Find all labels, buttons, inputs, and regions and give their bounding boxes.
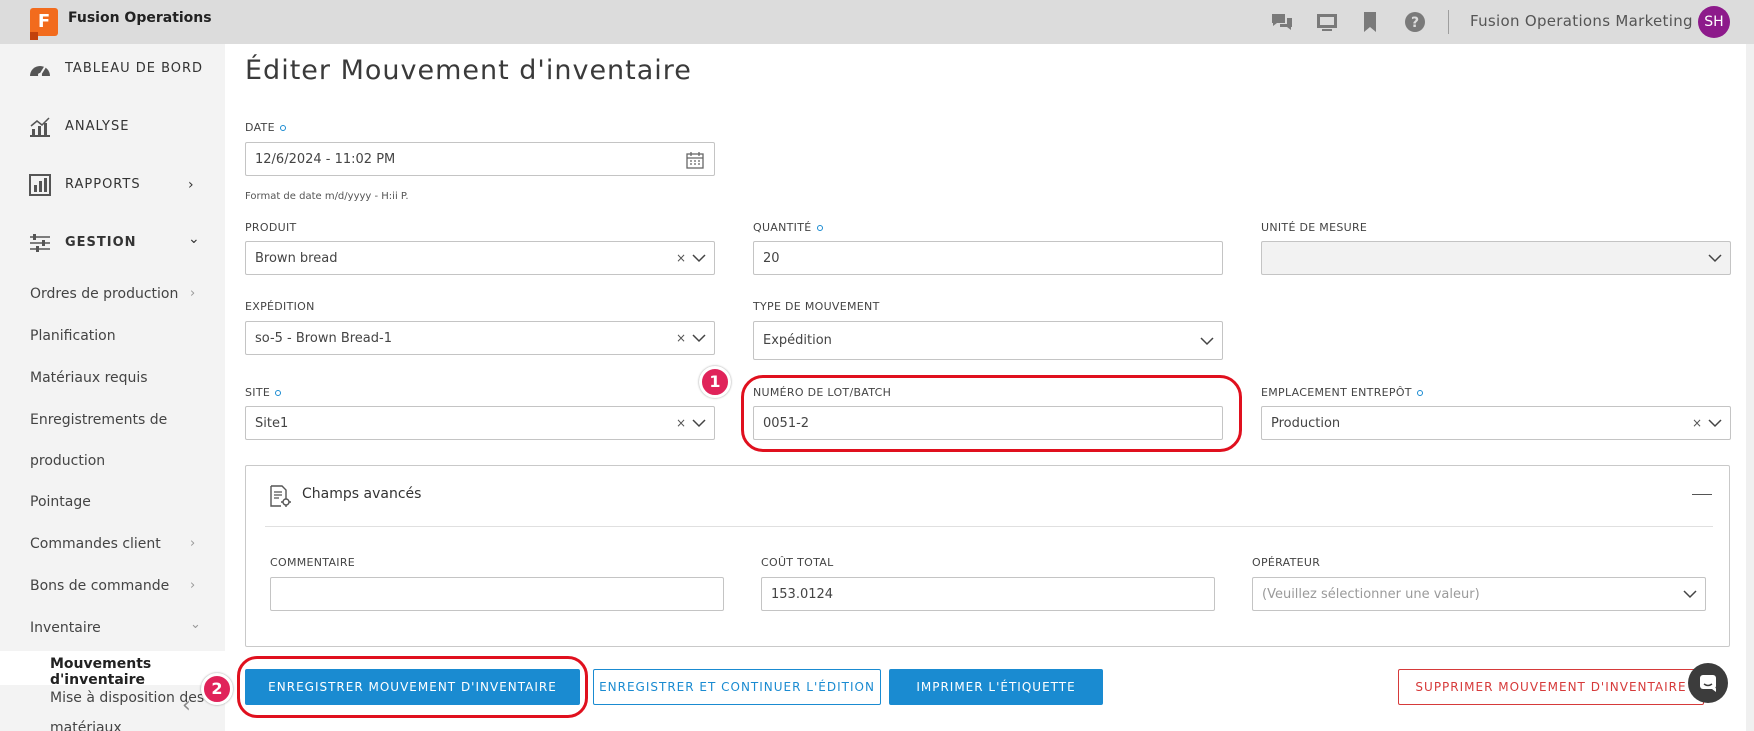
sidebar-item-enregistrements-line2[interactable]: production: [30, 453, 105, 469]
clear-icon[interactable]: ×: [676, 331, 686, 345]
calendar-icon[interactable]: [685, 150, 705, 170]
sidebar-item-mise-a-disposition-line2[interactable]: matériaux: [50, 720, 122, 731]
app-name: Fusion Operations: [68, 10, 212, 26]
operateur-select[interactable]: (Veuillez sélectionner une valeur): [1252, 577, 1706, 611]
chevron-right-icon: ›: [190, 578, 196, 593]
emplacement-select[interactable]: Production ×: [1261, 406, 1731, 440]
fusion-logo-icon[interactable]: F: [30, 8, 58, 40]
screen-icon[interactable]: [1315, 10, 1339, 34]
quantite-input[interactable]: 20: [753, 241, 1223, 275]
sidebar-item-mouvements-inventaire[interactable]: Mouvements d'inventaire: [50, 656, 225, 688]
sidebar-item-ordres-de-production[interactable]: Ordres de production ›: [30, 286, 195, 302]
sidebar-item-label: RAPPORTS: [65, 177, 141, 192]
produit-label: PRODUIT: [245, 221, 297, 234]
expedition-label: EXPÉDITION: [245, 300, 315, 313]
sidebar-item-enregistrements[interactable]: Enregistrements de: [30, 412, 167, 428]
sidebar-item-label: GESTION: [65, 235, 137, 250]
chat-icon: [1700, 675, 1716, 692]
site-label: SITE: [245, 386, 282, 399]
highlight-save-button: [237, 656, 588, 718]
produit-select[interactable]: Brown bread ×: [245, 241, 715, 275]
chevron-down-icon: [1683, 590, 1697, 599]
sidebar-item-materiaux-requis[interactable]: Matériaux requis: [30, 370, 148, 386]
reports-icon: [29, 174, 51, 196]
date-label: DATE: [245, 121, 286, 134]
cout-total-input[interactable]: 153.0124: [761, 577, 1215, 611]
document-settings-icon: [270, 485, 291, 507]
annotation-marker-2: 2: [201, 673, 233, 705]
user-avatar[interactable]: SH: [1698, 6, 1730, 38]
delete-movement-button[interactable]: SUPPRIMER MOUVEMENT D'INVENTAIRE: [1398, 669, 1704, 705]
sidebar-item-label: ANALYSE: [65, 119, 130, 134]
clear-icon[interactable]: ×: [676, 416, 686, 430]
quantite-label: QUANTITÉ: [753, 221, 823, 234]
chevron-down-icon: ⌄: [188, 231, 200, 247]
chat-bubbles-icon[interactable]: [1270, 10, 1294, 34]
required-indicator-icon: [279, 125, 286, 131]
scrollbar[interactable]: [1746, 44, 1754, 731]
dashboard-gauge-icon: [30, 66, 50, 77]
sidebar-item-gestion[interactable]: GESTION ⌄: [0, 228, 225, 258]
top-bar: F Fusion Operations ? Fusion Operations …: [0, 0, 1754, 44]
sidebar-item-analyse[interactable]: ANALYSE: [0, 112, 225, 142]
type-mouvement-label: TYPE DE MOUVEMENT: [753, 300, 880, 313]
chevron-down-icon: [1708, 254, 1722, 263]
required-indicator-icon: [1416, 390, 1423, 396]
help-icon[interactable]: ?: [1403, 10, 1427, 34]
required-indicator-icon: [275, 390, 282, 396]
operateur-label: OPÉRATEUR: [1252, 556, 1321, 569]
chevron-down-icon: [692, 254, 706, 263]
sidebar-item-tableau-de-bord[interactable]: TABLEAU DE BORD: [0, 54, 225, 84]
chevron-down-icon: ⌄: [190, 617, 201, 632]
sidebar-item-mise-a-disposition[interactable]: Mise à disposition des: [50, 690, 204, 706]
date-help-text: Format de date m/d/yyyy - H:ii P.: [245, 191, 409, 202]
required-indicator-icon: [816, 225, 823, 231]
chevron-right-icon: ›: [190, 536, 196, 551]
annotation-marker-1: 1: [699, 366, 731, 398]
cout-total-label: COÛT TOTAL: [761, 556, 834, 569]
emplacement-label: EMPLACEMENT ENTREPÔT: [1261, 386, 1423, 399]
print-label-button[interactable]: IMPRIMER L'ÉTIQUETTE: [889, 669, 1103, 705]
sidebar-item-label: TABLEAU DE BORD: [65, 61, 204, 76]
bookmark-icon[interactable]: [1358, 10, 1382, 34]
commentaire-label: COMMENTAIRE: [270, 556, 356, 569]
topbar-divider: [1448, 10, 1449, 34]
clear-icon[interactable]: ×: [1692, 416, 1702, 430]
sidebar-item-pointage[interactable]: Pointage: [30, 494, 91, 510]
chevron-down-icon: [692, 334, 706, 343]
advanced-fields-panel: [245, 465, 1730, 647]
date-field[interactable]: 12/6/2024 - 11:02 PM: [245, 142, 715, 176]
highlight-lot-field: [741, 375, 1242, 452]
sidebar-item-commandes-client[interactable]: Commandes client ›: [30, 536, 195, 552]
chevron-right-icon: ›: [190, 286, 196, 301]
expedition-select[interactable]: so-5 - Brown Bread-1 ×: [245, 321, 715, 355]
sidebar-item-bons-de-commande[interactable]: Bons de commande ›: [30, 578, 195, 594]
advanced-fields-title: Champs avancés: [302, 486, 422, 502]
chevron-down-icon: [1200, 337, 1214, 346]
page-title: Éditer Mouvement d'inventaire: [245, 55, 692, 86]
divider: [265, 526, 1713, 527]
chevron-down-icon: [692, 419, 706, 428]
sidebar-collapse-icon[interactable]: ‹: [182, 693, 191, 718]
save-and-continue-button[interactable]: ENREGISTRER ET CONTINUER L'ÉDITION: [593, 669, 881, 705]
sidebar-item-inventaire[interactable]: Inventaire ⌄: [30, 617, 201, 636]
unite-select[interactable]: [1261, 241, 1731, 275]
chevron-right-icon: ›: [188, 177, 194, 193]
settings-sliders-icon: [30, 234, 50, 252]
chevron-down-icon: [1708, 419, 1722, 428]
sidebar-item-rapports[interactable]: RAPPORTS ›: [0, 170, 225, 200]
organization-name[interactable]: Fusion Operations Marketing: [1470, 12, 1693, 30]
analytics-chart-icon: [30, 117, 50, 137]
type-mouvement-select[interactable]: Expédition: [753, 321, 1223, 360]
site-select[interactable]: Site1 ×: [245, 406, 715, 440]
sidebar-item-planification[interactable]: Planification: [30, 328, 116, 344]
svg-text:?: ?: [1411, 15, 1419, 31]
clear-icon[interactable]: ×: [676, 251, 686, 265]
sidebar: TABLEAU DE BORD ANALYSE RAPPORTS › GESTI…: [0, 44, 225, 731]
collapse-minus-icon[interactable]: [1692, 494, 1712, 495]
unite-label: UNITÉ DE MESURE: [1261, 221, 1368, 234]
commentaire-input[interactable]: [270, 577, 724, 611]
chat-launcher-button[interactable]: [1688, 663, 1728, 703]
